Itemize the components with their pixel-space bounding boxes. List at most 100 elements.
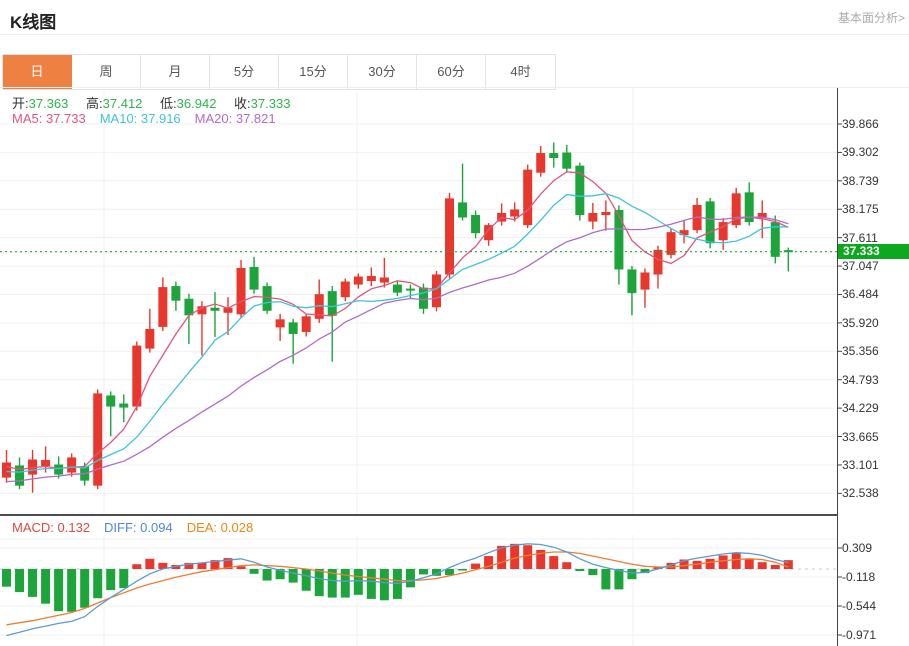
y-axis-label: 32.538 [842, 486, 879, 500]
candle-body [158, 287, 167, 327]
y-axis-label: 0.309 [842, 541, 872, 555]
candle-body [367, 276, 376, 281]
candle-body [523, 170, 532, 225]
candle-body [302, 316, 311, 332]
candle-body [289, 322, 298, 334]
high-value: 高:37.412 [86, 96, 142, 111]
candle-body [393, 285, 402, 293]
macd-bar [406, 569, 415, 587]
candle-body [250, 267, 259, 290]
legend-macd-item-1: DIFF: 0.094 [104, 520, 173, 535]
y-axis-label: 34.793 [842, 373, 879, 387]
candle-body [614, 210, 623, 269]
candle-body [601, 212, 610, 215]
candle-body [184, 299, 193, 316]
candle-body [41, 460, 50, 466]
candle-body [536, 153, 545, 173]
candle-body [54, 465, 63, 475]
ma-legend: MA5: 37.733MA10: 37.916MA20: 37.821 [12, 111, 290, 126]
fundamental-analysis-link[interactable]: 基本面分析> [838, 9, 905, 26]
macd-bar [627, 569, 636, 579]
period-tab-6[interactable]: 60分 [417, 55, 486, 89]
macd-bar [354, 569, 363, 595]
close-value: 收:37.333 [234, 96, 290, 111]
macd-bar [67, 569, 76, 612]
y-axis-label: -0.118 [842, 570, 875, 584]
candle-body [328, 291, 337, 316]
panel-separator [0, 514, 838, 516]
period-tab-4[interactable]: 15分 [279, 55, 348, 89]
macd-bar [132, 564, 141, 569]
y-axis-label: 35.356 [842, 344, 879, 358]
candle-body [445, 198, 454, 274]
macd-bar [471, 564, 480, 569]
macd-bar [119, 569, 128, 588]
legend-macd-item-2: DEA: 0.028 [187, 520, 254, 535]
macd-bar [15, 569, 24, 592]
macd-bar [80, 569, 89, 608]
candle-body [354, 277, 363, 285]
candle-body [171, 286, 180, 301]
macd-bar [419, 569, 428, 574]
y-axis-label: 33.101 [842, 458, 879, 472]
last-price-tag: 37.333 [838, 244, 909, 259]
y-axis-label: 37.611 [842, 231, 878, 245]
macd-bar [732, 553, 741, 569]
candle-body [654, 250, 663, 275]
candle-body [458, 202, 467, 217]
macd-bar [549, 556, 558, 569]
y-axis-label: -0.971 [842, 628, 876, 642]
period-tab-3[interactable]: 5分 [210, 55, 279, 89]
period-tabbar: 日周月5分15分30分60分4时 [2, 54, 556, 90]
candle-body [67, 457, 76, 472]
header-divider [0, 34, 909, 35]
y-axis-label: -0.544 [842, 599, 876, 613]
legend-macd-item-0: MACD: 0.132 [12, 520, 90, 535]
macd-bar [54, 569, 63, 611]
macd-bar [562, 562, 571, 569]
y-axis-label: 34.229 [842, 401, 879, 415]
candle-body [2, 462, 11, 477]
macd-bar [263, 569, 272, 581]
macd-bar [302, 569, 311, 591]
macd-bar [393, 569, 402, 599]
candle-body [406, 289, 415, 291]
macd-bar [510, 544, 519, 569]
candle-body [562, 153, 571, 169]
macd-bar [315, 569, 324, 596]
ma5-line [7, 172, 789, 470]
chart-top-border [0, 87, 909, 88]
candle-body [380, 278, 389, 283]
y-axis-label: 36.484 [842, 287, 879, 301]
macd-bar [41, 569, 50, 604]
candle-body [276, 319, 285, 327]
y-axis-label: 39.866 [842, 117, 879, 131]
page-title: K线图 [10, 8, 56, 33]
period-tab-0[interactable]: 日 [3, 55, 72, 89]
macd-bar [367, 569, 376, 599]
period-tab-1[interactable]: 周 [72, 55, 141, 89]
y-axis-line [837, 88, 838, 646]
macd-bar [106, 569, 115, 590]
macd-legend: MACD: 0.132 DIFF: 0.094 DEA: 0.028 [12, 520, 267, 535]
period-tab-5[interactable]: 30分 [348, 55, 417, 89]
period-tab-2[interactable]: 月 [141, 55, 210, 89]
macd-bar [588, 569, 597, 575]
y-axis-label: 35.920 [842, 316, 879, 330]
macd-bar [458, 569, 467, 571]
ohlc-legend: 开:37.363 高:37.412 低:36.942 收:37.333 [12, 93, 304, 112]
macd-bar [719, 555, 728, 569]
y-axis-label: 38.175 [842, 202, 879, 216]
candle-body [237, 268, 246, 314]
macd-bar [341, 569, 350, 598]
macd-bar [93, 569, 102, 598]
low-value: 低:36.942 [160, 96, 216, 111]
period-tab-7[interactable]: 4时 [486, 55, 555, 89]
candle-body [419, 288, 428, 309]
candle-body [132, 346, 141, 407]
macd-bar [706, 559, 715, 569]
candle-body [627, 269, 636, 293]
macd-bar [614, 569, 623, 589]
y-axis-label: 37.047 [842, 259, 879, 273]
candle-body [471, 215, 480, 233]
